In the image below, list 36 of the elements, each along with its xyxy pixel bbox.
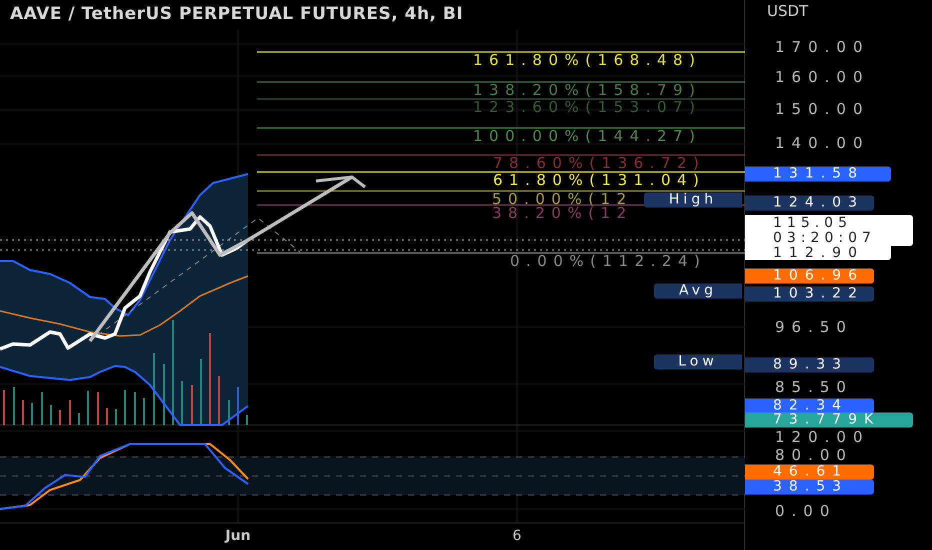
time-axis-label: Jun bbox=[225, 528, 251, 544]
chart-title: AAVE / TetherUS PERPETUAL FUTURES, 4h, BI bbox=[10, 4, 464, 24]
price-tag: 89.33 bbox=[745, 358, 874, 373]
price-tag: 131.58 bbox=[745, 166, 891, 182]
last-price: 115.05 bbox=[773, 216, 853, 231]
price-tag: 82.34 bbox=[745, 398, 874, 414]
fib-level-label: 100.00%(144.27) bbox=[473, 127, 702, 145]
fib-level-label: 138.20%(158.79) bbox=[473, 81, 702, 99]
price-axis-tick: 85.50 bbox=[775, 378, 853, 396]
price-tag-label: Low bbox=[654, 354, 742, 370]
volume-tag: 73.779K bbox=[745, 412, 913, 428]
price-axis-tick: 140.00 bbox=[775, 134, 870, 152]
price-axis-tick: 170.00 bbox=[775, 38, 870, 56]
currency-label: USDT bbox=[767, 2, 808, 20]
fib-level-label: 0.00%(112.24) bbox=[510, 252, 706, 270]
oscillator-axis-tick: 80.00 bbox=[775, 446, 853, 464]
price-tag: 124.03 bbox=[745, 195, 874, 210]
fib-level-label: 50.00%(12 bbox=[492, 190, 633, 208]
price-tag: 103.22 bbox=[745, 286, 874, 302]
fib-level-label: 123.60%(153.07) bbox=[473, 98, 702, 116]
price-tag: 106.96 bbox=[745, 268, 874, 284]
oscillator-axis-tick: 0.00 bbox=[775, 502, 836, 520]
price-tag-label: High bbox=[644, 192, 742, 208]
close-price-tag: 112.90 bbox=[745, 246, 891, 260]
price-axis-tick: 150.00 bbox=[775, 100, 870, 118]
fib-level-label: 78.60%(136.72) bbox=[493, 154, 706, 172]
fib-level-label: 61.80%(131.04) bbox=[493, 171, 706, 189]
price-tag-label: Avg bbox=[654, 283, 742, 298]
fib-level-label: 161.80%(168.48) bbox=[473, 51, 702, 69]
price-axis-tick: 96.50 bbox=[775, 318, 853, 336]
oscillator-tag: 38.53 bbox=[745, 480, 874, 494]
oscillator-tag: 46.61 bbox=[745, 464, 874, 480]
time-axis-label: 6 bbox=[512, 528, 522, 544]
oscillator-axis-tick: 120.00 bbox=[775, 428, 870, 446]
price-axis-tick: 160.00 bbox=[775, 68, 870, 86]
bar-countdown: 03:20:07 bbox=[773, 231, 877, 246]
